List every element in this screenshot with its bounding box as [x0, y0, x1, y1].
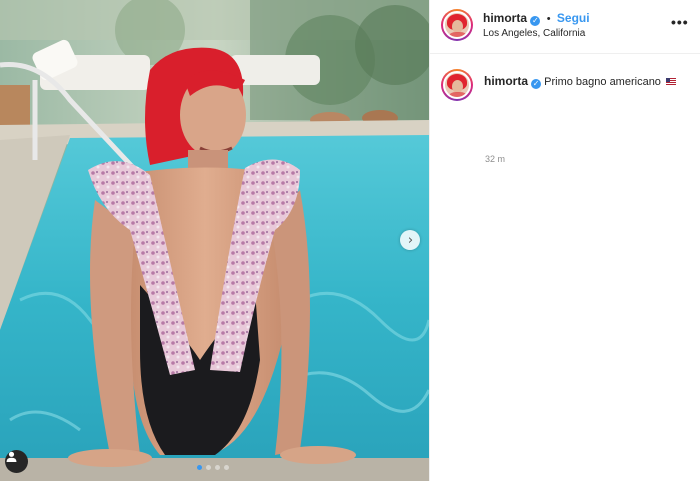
pool-photo-image — [0, 0, 429, 481]
carousel-dot — [206, 465, 211, 470]
carousel-dot — [215, 465, 220, 470]
follow-button[interactable]: Segui — [557, 11, 590, 25]
carousel-indicator — [197, 465, 229, 470]
chevron-right-icon: › — [407, 232, 414, 248]
carousel-next-button[interactable]: › — [400, 230, 420, 250]
post-header: himorta ✓ • Segui Los Angeles, Californi… — [430, 0, 700, 54]
username-link[interactable]: himorta — [483, 11, 527, 25]
more-options-button[interactable]: ••• — [671, 14, 689, 30]
us-flag-icon — [666, 78, 676, 85]
avatar[interactable] — [441, 9, 473, 41]
verified-badge-icon: ✓ — [531, 79, 542, 89]
header-user-line: himorta ✓ • Segui — [483, 11, 590, 26]
carousel-dot — [224, 465, 229, 470]
separator-dot: • — [546, 13, 551, 25]
post-photo[interactable]: › — [0, 0, 429, 481]
caption-username-link[interactable]: himorta — [484, 74, 528, 88]
verified-badge-icon: ✓ — [530, 16, 541, 26]
avatar[interactable] — [441, 69, 473, 101]
caption-text: Primo bagno americano — [544, 76, 661, 88]
location-link[interactable]: Los Angeles, California — [483, 28, 585, 39]
post-sidebar: himorta ✓ • Segui Los Angeles, Californi… — [429, 0, 700, 481]
caption-line: himorta ✓ Primo bagno americano — [484, 74, 676, 89]
user-tag-button[interactable] — [5, 450, 28, 473]
post-timestamp[interactable]: 32 m — [485, 154, 505, 164]
caption: himorta ✓ Primo bagno americano 32 m — [430, 54, 700, 164]
user-tag-icon — [6, 451, 17, 462]
carousel-dot — [197, 465, 202, 470]
